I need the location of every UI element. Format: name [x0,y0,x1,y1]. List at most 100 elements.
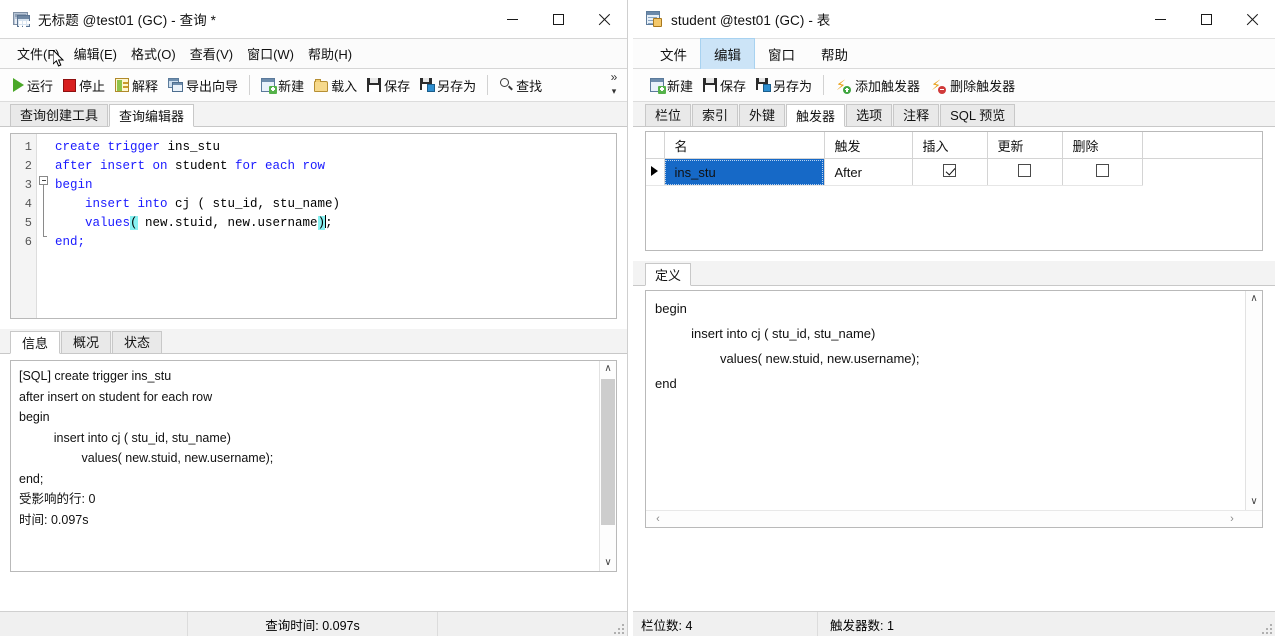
toolbar-save-button[interactable]: 保存 [362,74,415,97]
minimize-button[interactable] [1137,0,1183,38]
column-header-delete[interactable]: 删除 [1062,132,1143,159]
cell-delete[interactable] [1062,158,1143,186]
toolbar-overflow-label: » [610,70,618,84]
checkbox-delete[interactable] [1095,164,1109,177]
info-vertical-scrollbar[interactable]: ∧ ∨ [599,361,616,571]
code-token: cj ( stu_id, stu_name) [175,197,341,211]
toolbar-save-button[interactable]: 保存 [698,74,751,97]
menu-window[interactable]: 窗口 [755,39,808,69]
tab-definition[interactable]: 定义 [645,263,692,286]
menu-help[interactable]: 帮助 [808,39,861,69]
tab-foreign-keys[interactable]: 外键 [739,104,786,126]
left-status-bar: 查询时间: 0.097s [0,611,627,636]
column-header-name[interactable]: 名 [664,132,825,159]
left-window-controls [489,0,627,38]
toolbar-add-trigger-button[interactable]: ⚡ 添加触发器 [830,74,925,97]
explain-icon [115,78,130,92]
cell-trigger-name[interactable]: ins_stu [664,158,825,186]
toolbar-delete-trigger-button[interactable]: ⚡ 删除触发器 [925,74,1020,97]
toolbar-save-as-button[interactable]: 另存为 [415,74,481,97]
scroll-right-icon[interactable]: › [1224,511,1240,527]
minimize-button[interactable] [489,0,535,38]
save-icon [703,78,718,92]
toolbar-load-button[interactable]: 载入 [309,74,362,97]
editor-fold-column[interactable] [37,134,51,318]
definition-panel[interactable]: begin insert into cj ( stu_id, stu_name)… [645,290,1263,528]
toolbar-new-button[interactable]: 新建 [256,74,309,97]
tab-query-editor[interactable]: 查询编辑器 [109,104,195,127]
checkbox-update[interactable] [1018,164,1031,177]
tab-triggers[interactable]: 触发器 [786,104,846,127]
code-token: create trigger [55,140,168,154]
toolbar-new-button[interactable]: 新建 [645,74,698,97]
tab-info[interactable]: 信息 [10,331,61,354]
menu-window[interactable]: 窗口(W) [240,40,301,67]
close-button[interactable] [581,0,627,38]
line-number: 4 [24,197,32,211]
menu-edit[interactable]: 编辑 [700,37,755,70]
toolbar-overflow-button[interactable]: » ▾ [607,70,621,97]
toolbar-save-as-button[interactable]: 另存为 [751,74,817,97]
toolbar-add-trigger-label: 添加触发器 [855,78,921,94]
toolbar-explain-button[interactable]: 解释 [110,74,163,97]
line-number: 3 [24,178,32,192]
fold-collapse-icon[interactable] [39,176,48,185]
scroll-left-icon[interactable]: ‹ [650,511,666,527]
close-button[interactable] [1229,0,1275,38]
checkbox-insert[interactable] [943,164,956,177]
left-toolbar: 运行 停止 解释 导出向导 新建 载入 保存 另存为 查找 » ▾ [0,69,627,102]
toolbar-explain-label: 解释 [132,78,159,94]
menu-format[interactable]: 格式(O) [124,40,183,67]
resize-grip-icon[interactable] [612,622,624,634]
scrollbar-thumb[interactable] [601,379,615,525]
toolbar-run-button[interactable]: 运行 [8,74,58,97]
definition-vertical-scrollbar[interactable]: ∧ ∨ [1245,291,1262,510]
code-token: new.stuid, new.username [137,216,318,230]
menu-view[interactable]: 查看(V) [183,40,240,67]
cell-insert[interactable] [912,158,988,186]
cell-update[interactable] [987,158,1063,186]
menu-edit[interactable]: 编辑(E) [67,40,124,67]
editor-code[interactable]: create trigger ins_stu after insert on s… [51,134,616,318]
tab-fields[interactable]: 栏位 [645,104,692,126]
tab-sql-preview[interactable]: SQL 预览 [940,104,1016,126]
toolbar-save-label: 保存 [384,78,411,94]
maximize-button[interactable] [535,0,581,38]
menu-help[interactable]: 帮助(H) [301,40,359,67]
tab-indexes[interactable]: 索引 [692,104,739,126]
column-header-trigger[interactable]: 触发 [824,132,913,159]
right-status-bar: 栏位数: 4 触发器数: 1 [633,611,1275,636]
tab-options[interactable]: 选项 [846,104,893,126]
new-icon [261,78,278,94]
column-header-insert[interactable]: 插入 [912,132,988,159]
row-selector[interactable] [646,158,665,186]
tab-comments[interactable]: 注释 [893,104,940,126]
tab-query-builder[interactable]: 查询创建工具 [10,104,109,126]
definition-horizontal-scrollbar[interactable]: ‹ › [646,510,1262,527]
code-token: end; [55,235,86,249]
column-header-filler [1142,132,1262,159]
toolbar-find-button[interactable]: 查找 [494,74,547,97]
right-toolbar: 新建 保存 另存为 ⚡ 添加触发器 ⚡ 删除触发器 [633,69,1275,102]
table-row[interactable]: ins_stu After [646,158,1262,186]
scroll-down-icon[interactable]: ∨ [600,555,616,571]
maximize-button[interactable] [1183,0,1229,38]
sql-editor[interactable]: 1 2 3 4 5 6 create trigger ins_stu after… [10,133,617,319]
cell-trigger-timing[interactable]: After [824,158,913,186]
toolbar-save-as-label: 另存为 [773,78,813,94]
right-window-title: student @test01 (GC) - 表 [671,13,831,28]
toolbar-stop-button[interactable]: 停止 [58,74,110,97]
toolbar-separator-2 [487,75,489,95]
toolbar-export-wizard-button[interactable]: 导出向导 [163,74,243,97]
column-header-update[interactable]: 更新 [987,132,1063,159]
tab-status[interactable]: 状态 [112,331,163,353]
scroll-up-icon[interactable]: ∧ [1246,291,1262,307]
stop-icon [63,78,77,92]
tab-profile[interactable]: 概况 [61,331,112,353]
resize-grip-icon[interactable] [1260,622,1272,634]
trigger-grid[interactable]: 名 触发 插入 更新 删除 ins_stu After [645,131,1263,251]
scroll-up-icon[interactable]: ∧ [600,361,616,377]
menu-file[interactable]: 文件 [647,39,700,69]
info-output-panel[interactable]: [SQL] create trigger ins_stu after inser… [10,360,617,572]
scroll-down-icon[interactable]: ∨ [1246,494,1262,510]
